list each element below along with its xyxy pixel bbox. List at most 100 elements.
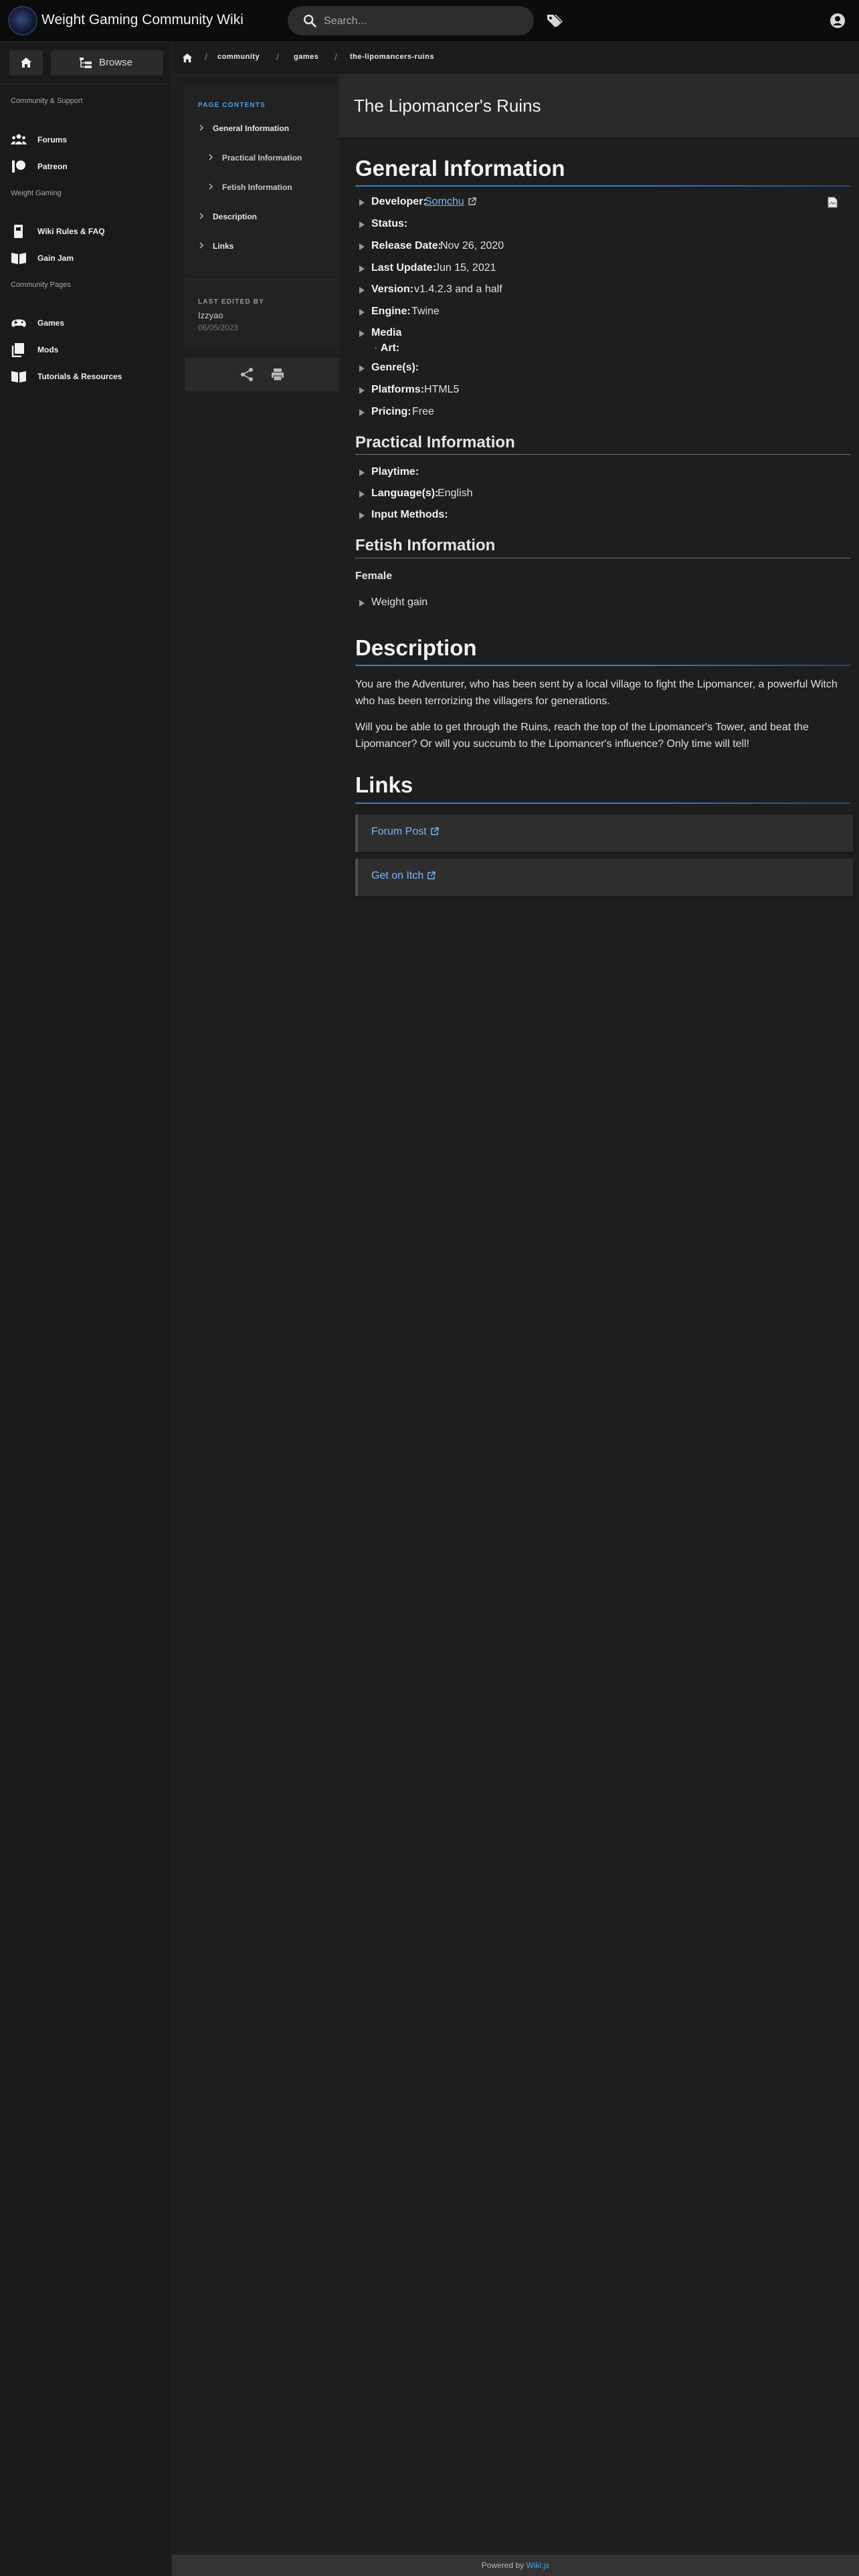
sidebar-item-label: Wiki Rules & FAQ xyxy=(37,227,105,236)
footer-link[interactable]: Wiki.js xyxy=(527,2561,550,2570)
footer: Powered by Wiki.js xyxy=(172,2555,859,2576)
info-value: Jun 15, 2021 xyxy=(434,262,496,274)
sidebar-item-wiki-rules[interactable]: Wiki Rules & FAQ xyxy=(11,224,165,239)
developer-link[interactable]: Somchu xyxy=(425,196,476,208)
book-open-icon xyxy=(11,253,26,264)
breadcrumb-separator: / xyxy=(205,51,207,62)
toc-item-label: Description xyxy=(213,212,258,221)
search-bar[interactable] xyxy=(288,6,534,35)
heading-rule xyxy=(355,665,850,666)
site-title[interactable]: Weight Gaming Community Wiki xyxy=(41,12,244,28)
sidebar-item-forums[interactable]: Forums xyxy=(11,132,165,147)
layers-icon xyxy=(11,343,24,357)
file-tree-icon xyxy=(80,58,92,68)
fetish-item-label: Weight gain xyxy=(371,597,428,608)
toc-item-label: Links xyxy=(213,241,234,251)
tags-icon[interactable] xyxy=(546,13,563,29)
page-header: The Lipomancer's Ruins xyxy=(339,74,859,137)
sidebar-item-games[interactable]: Games xyxy=(11,316,165,330)
site-logo[interactable] xyxy=(9,7,36,34)
toc-item-label: Practical Information xyxy=(222,153,302,163)
sidebar-item-label: Forums xyxy=(37,135,68,144)
bullet-icon xyxy=(359,365,365,372)
external-link-icon xyxy=(430,827,439,835)
left-sidebar: Browse Community & Support Forums Patreo… xyxy=(0,42,172,2576)
breadcrumb-item-community[interactable]: community xyxy=(217,53,260,61)
last-edited-date: 06/05/2023 xyxy=(198,323,239,332)
breadcrumb-item-current[interactable]: the-lipomancers-ruins xyxy=(350,53,434,61)
toc-heading: PAGE CONTENTS xyxy=(198,102,266,109)
heading-links[interactable]: Links xyxy=(355,772,413,798)
sidebar-item-gain-jam[interactable]: Gain Jam xyxy=(11,251,165,265)
description-paragraph: You are the Adventurer, who has been sen… xyxy=(355,679,838,707)
heading-description[interactable]: Description xyxy=(355,635,477,661)
chevron-right-icon xyxy=(199,124,204,131)
bullet-icon xyxy=(359,265,365,272)
breadcrumb-separator: / xyxy=(276,51,279,62)
external-link-icon xyxy=(427,871,436,879)
bullet-icon xyxy=(359,330,365,337)
heading-general-information[interactable]: General Information xyxy=(355,156,565,181)
breadcrumb-item-games[interactable]: games xyxy=(294,53,318,61)
heading-practical-information[interactable]: Practical Information xyxy=(355,433,515,452)
sidebar-item-mods[interactable]: Mods xyxy=(11,342,165,357)
link-card-text[interactable]: Forum Post xyxy=(371,826,427,837)
info-key: Genre(s): xyxy=(371,362,419,373)
browse-button[interactable]: Browse xyxy=(51,50,163,76)
link-card-forum-post[interactable]: Forum Post xyxy=(355,815,853,852)
info-value: Nov 26, 2020 xyxy=(440,240,504,251)
bullet-icon xyxy=(359,512,365,519)
info-key: Pricing: xyxy=(371,406,411,417)
toc-item-label: General Information xyxy=(213,124,290,133)
book-icon xyxy=(14,225,23,238)
footer-prefix: Powered by xyxy=(481,2561,524,2570)
info-key: Engine: xyxy=(371,306,411,317)
home-icon[interactable] xyxy=(182,53,193,64)
info-key: Input Methods: xyxy=(371,509,448,520)
link-card-label[interactable]: Forum Post xyxy=(371,826,439,838)
sidebar-item-label: Gain Jam xyxy=(37,253,74,263)
heading-fetish-information[interactable]: Fetish Information xyxy=(355,536,495,555)
page-title: The Lipomancer's Ruins xyxy=(354,96,541,116)
account-icon[interactable] xyxy=(830,13,846,29)
external-link-icon xyxy=(468,197,476,205)
chevron-right-icon xyxy=(209,154,213,160)
share-icon[interactable] xyxy=(240,367,254,382)
toc-divider xyxy=(185,279,339,280)
sidebar-item-label: Mods xyxy=(37,345,59,354)
info-key: Developer: xyxy=(371,196,427,207)
sidebar-item-label: Patreon xyxy=(37,162,68,171)
bullet-icon xyxy=(359,221,365,228)
info-key: Language(s): xyxy=(371,488,439,499)
link-card-get-on-itch[interactable]: Get on Itch xyxy=(355,859,853,896)
last-edited-user[interactable]: Izzyao xyxy=(198,310,223,320)
sidebar-item-patreon[interactable]: Patreon xyxy=(11,159,165,174)
sidebar-item-tutorials[interactable]: Tutorials & Resources xyxy=(11,369,165,384)
info-key: Media xyxy=(371,327,402,338)
bullet-icon xyxy=(359,600,365,607)
heading-rule xyxy=(355,802,850,804)
print-icon[interactable] xyxy=(270,367,285,382)
sidebar-item-label: Tutorials & Resources xyxy=(37,372,122,381)
bullet-icon xyxy=(359,309,365,316)
heading-rule xyxy=(355,185,850,187)
sidebar-section-community-pages: Community Pages xyxy=(11,281,71,289)
chevron-right-icon xyxy=(209,183,213,190)
link-card-label[interactable]: Get on Itch xyxy=(371,870,436,882)
sidebar-section-weight-gaming: Weight Gaming xyxy=(11,189,62,197)
link-card-text[interactable]: Get on Itch xyxy=(371,870,423,881)
top-header: Weight Gaming Community Wiki xyxy=(0,0,859,42)
info-sub-art: · Art: xyxy=(374,342,400,354)
home-button[interactable] xyxy=(9,50,43,76)
users-icon xyxy=(11,134,27,144)
bullet-icon xyxy=(359,409,365,416)
info-key: Release Date: xyxy=(371,240,442,251)
bullet-icon xyxy=(359,469,365,476)
info-value: HTML5 xyxy=(424,384,460,395)
search-input[interactable] xyxy=(322,11,519,32)
info-key: Version: xyxy=(371,284,414,295)
last-edited-label: LAST EDITED BY xyxy=(198,298,265,306)
book-open-icon xyxy=(11,371,26,383)
developer-link-text[interactable]: Somchu xyxy=(425,196,464,207)
sidebar-item-label: Games xyxy=(37,318,65,328)
